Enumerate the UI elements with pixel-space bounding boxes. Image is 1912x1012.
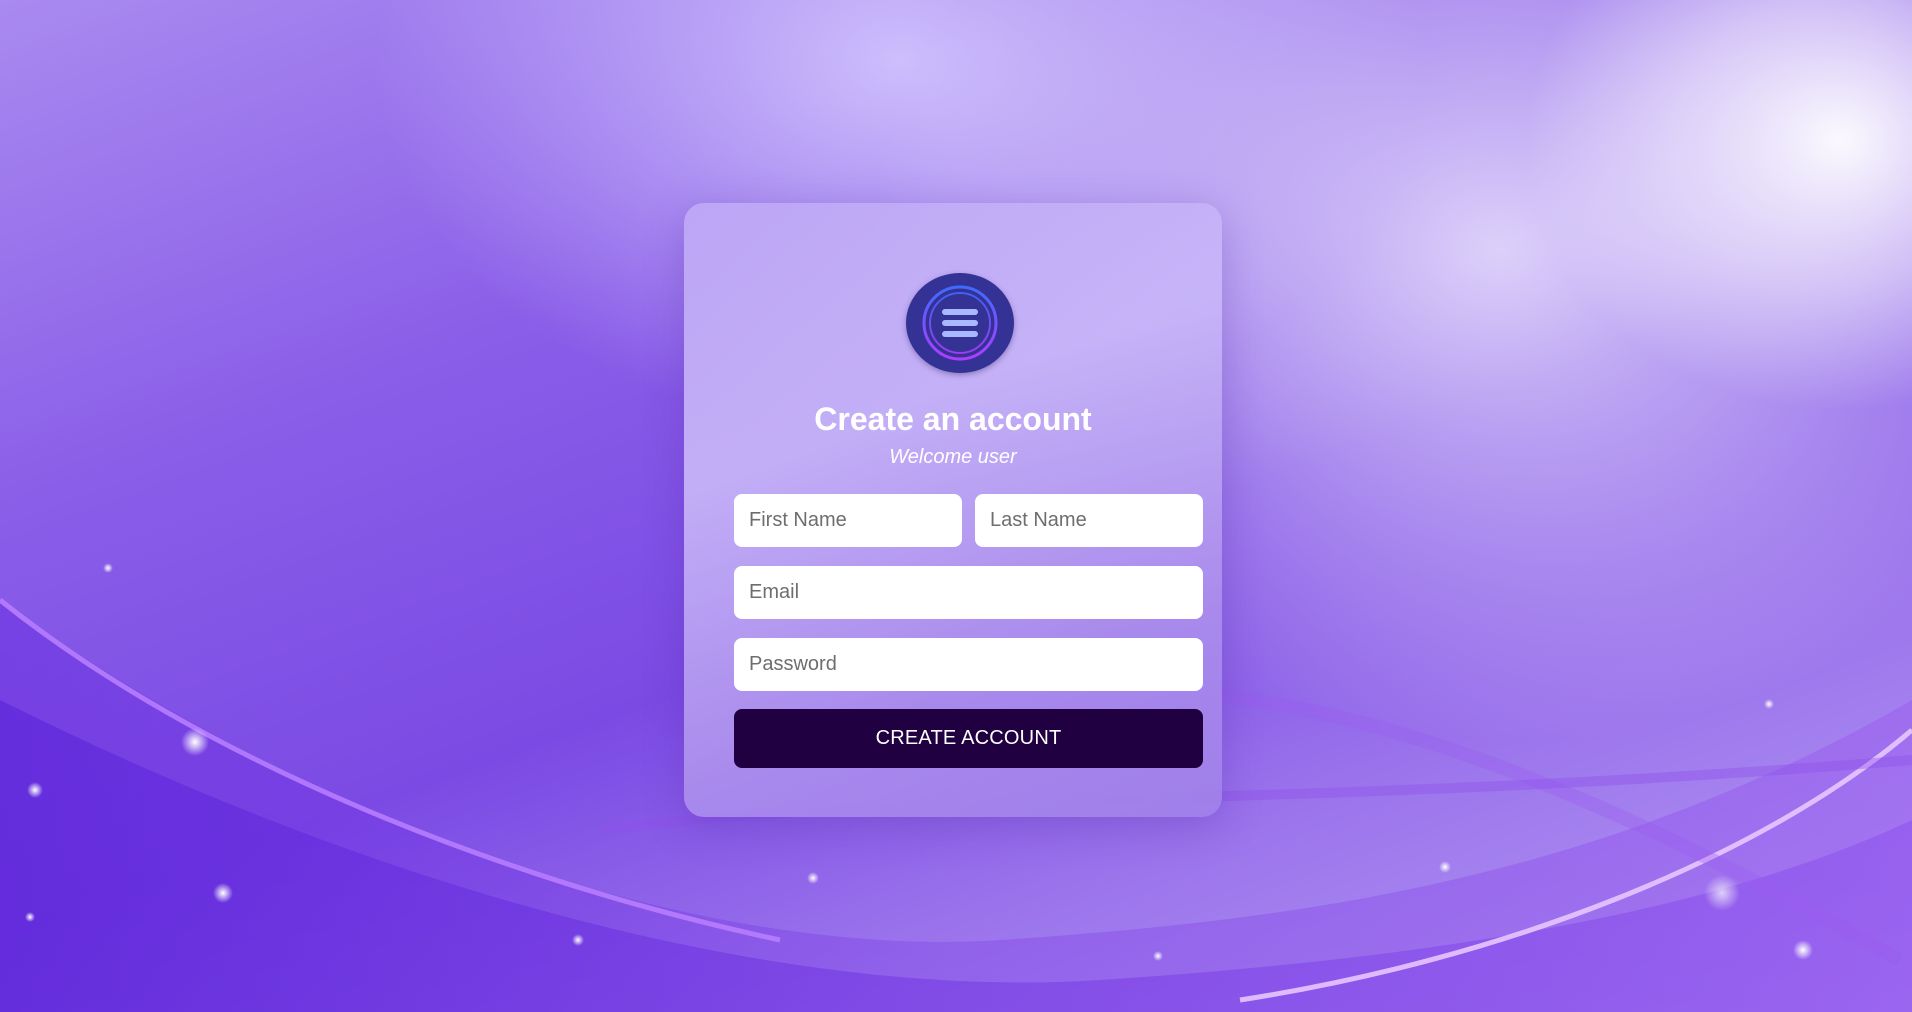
email-field[interactable] xyxy=(734,566,1203,619)
first-name-field[interactable] xyxy=(734,494,962,547)
create-account-button[interactable]: CREATE ACCOUNT xyxy=(734,709,1203,768)
page-title: Create an account xyxy=(814,401,1092,437)
password-field[interactable] xyxy=(734,638,1203,691)
page-subtitle: Welcome user xyxy=(889,446,1017,468)
app-logo xyxy=(906,273,1014,373)
menu-icon xyxy=(922,285,998,361)
last-name-field[interactable] xyxy=(975,494,1203,547)
signup-card: Create an account Welcome user CREATE AC… xyxy=(684,203,1222,817)
